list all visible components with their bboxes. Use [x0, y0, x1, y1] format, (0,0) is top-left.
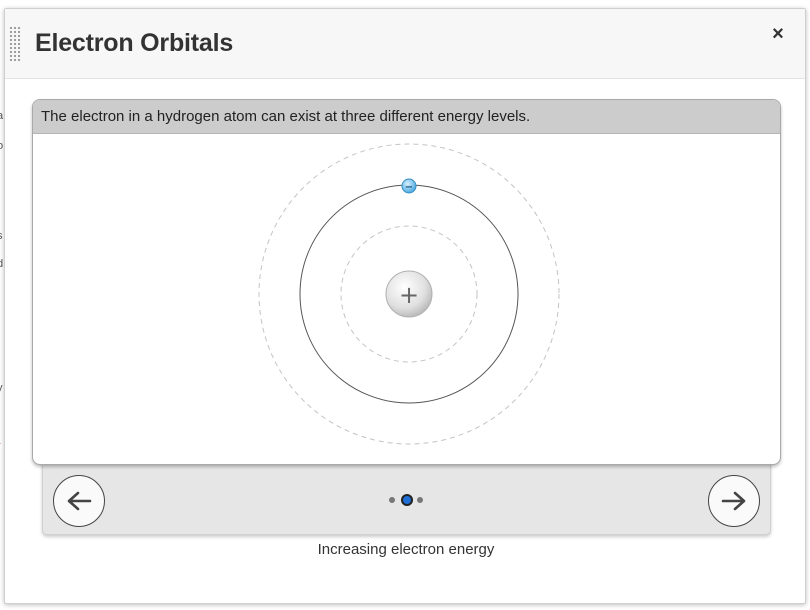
slide-viewer: The electron in a hydrogen atom can exis…: [32, 99, 781, 465]
background-text-fragment: a: [0, 110, 4, 122]
electron: −: [401, 178, 417, 194]
dialog-header: Electron Orbitals ×: [5, 9, 805, 79]
slide-navigation: [42, 459, 771, 535]
step-indicator: [389, 493, 429, 507]
nucleus-plus-icon: +: [399, 281, 419, 309]
nucleus: +: [385, 270, 433, 318]
background-text-fragment: y: [0, 382, 3, 394]
footer-caption: Increasing electron energy: [317, 541, 495, 558]
step-dot-3[interactable]: [417, 497, 423, 503]
background-text-fragment: d: [0, 258, 4, 270]
previous-button[interactable]: [53, 475, 105, 527]
slide-caption: The electron in a hydrogen atom can exis…: [33, 100, 780, 134]
step-dot-2-active[interactable]: [401, 494, 413, 506]
background-text-fragment: o: [0, 140, 4, 152]
close-button[interactable]: ×: [767, 23, 789, 45]
next-button[interactable]: [708, 475, 760, 527]
dialog-title: Electron Orbitals: [35, 29, 234, 57]
atom-diagram: + −: [258, 143, 560, 445]
arrow-left-icon: [67, 491, 92, 511]
background-text-fragment: s: [0, 230, 3, 242]
electron-orbitals-dialog: Electron Orbitals × The electron in a hy…: [4, 8, 806, 604]
step-dot-1[interactable]: [389, 497, 395, 503]
arrow-right-icon: [721, 491, 746, 511]
background-text-fragment: r: [0, 440, 1, 452]
drag-handle-icon[interactable]: [9, 26, 21, 62]
electron-minus-icon: −: [405, 182, 413, 193]
